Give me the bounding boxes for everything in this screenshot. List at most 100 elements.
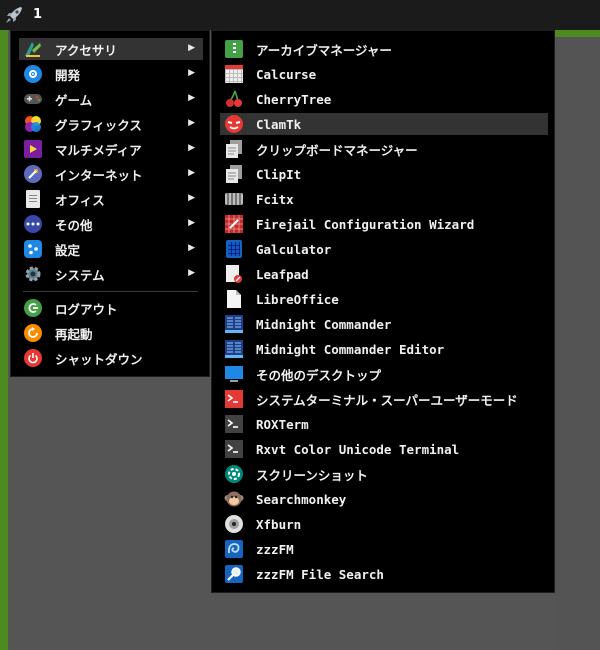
submenu-item-clipit[interactable]: ClipIt [220,163,548,185]
menu-item-settings[interactable]: 設定 ▶ [19,238,203,260]
submenu-item-libreoffice[interactable]: LibreOffice [220,288,548,310]
submenu-item-galculator[interactable]: Galculator [220,238,548,260]
multimedia-icon [23,139,43,159]
menu-item-label: システム [55,267,105,283]
submenu-item-cherrytree[interactable]: CherryTree [220,88,548,110]
shutdown-icon [23,348,43,368]
root-terminal-icon [224,389,244,409]
submenu-item-label: Leafpad [256,266,309,282]
submenu-item-xfburn[interactable]: Xfburn [220,513,548,535]
submenu-item-label: zzzFM [256,541,294,557]
submenu-item-other-desktops[interactable]: その他のデスクトップ [220,363,548,385]
restart-icon [23,323,43,343]
clipboard-icon [224,164,244,184]
submenu-item-midnight-commander[interactable]: Midnight Commander [220,313,548,335]
submenu-item-label: スクリーンショット [256,467,368,483]
file-manager-icon [224,339,244,359]
menu-item-logout[interactable]: ログアウト [19,297,203,319]
submenu-arrow-icon: ▶ [188,243,195,253]
clipboard-icon [224,139,244,159]
workspace-number[interactable]: 1 [33,7,42,22]
monkey-icon [224,489,244,509]
submenu-arrow-icon: ▶ [188,68,195,78]
submenu-arrow-icon: ▶ [188,218,195,228]
menu-item-label: グラフィックス [55,117,142,133]
submenu-item-fcitx[interactable]: Fcitx [220,188,548,210]
menu-item-office[interactable]: オフィス ▶ [19,188,203,210]
submenu-arrow-icon: ▶ [188,93,195,103]
calculator-icon [224,239,244,259]
submenu-item-zzzfm[interactable]: zzzFM [220,538,548,560]
submenu-item-root-terminal[interactable]: システムターミナル・スーパーユーザーモード [220,388,548,410]
menu-item-other[interactable]: その他 ▶ [19,213,203,235]
submenu-item-midnight-commander-editor[interactable]: Midnight Commander Editor [220,338,548,360]
desktop-area [555,37,600,650]
firejail-icon [224,214,244,234]
settings-icon [23,239,43,259]
submenu-item-label: Midnight Commander Editor [256,341,445,357]
terminal-icon [224,439,244,459]
submenu-item-archive-manager[interactable]: アーカイブマネージャー [220,38,548,60]
menu-item-label: 再起動 [55,326,93,342]
submenu-arrow-icon: ▶ [188,168,195,178]
menu-item-multimedia[interactable]: マルチメディア ▶ [19,138,203,160]
main-menu: アクセサリ ▶ 開発 ▶ ゲーム ▶ グラフィックス ▶ マルチメディア ▶ イ… [10,30,210,377]
submenu-item-label: Midnight Commander [256,316,392,332]
menu-item-graphics[interactable]: グラフィックス ▶ [19,113,203,135]
document-icon [224,289,244,309]
submenu-item-label: クリップボードマネージャー [256,142,418,158]
submenu-item-label: Xfburn [256,516,302,532]
menu-item-development[interactable]: 開発 ▶ [19,63,203,85]
submenu-item-label: アーカイブマネージャー [256,42,392,58]
logout-icon [23,298,43,318]
menu-item-shutdown[interactable]: シャットダウン [19,347,203,369]
clamtk-icon [224,114,244,134]
submenu-item-clamtk[interactable]: ClamTk [220,113,548,135]
menu-item-games[interactable]: ゲーム ▶ [19,88,203,110]
other-icon [23,214,43,234]
submenu-arrow-icon: ▶ [188,193,195,203]
menu-item-internet[interactable]: インターネット ▶ [19,163,203,185]
desktop-icon [224,364,244,384]
menu-item-label: アクセサリ [55,42,117,58]
submenu-item-calcurse[interactable]: Calcurse [220,63,548,85]
submenu-item-label: ClipIt [256,166,302,182]
camera-icon [224,464,244,484]
submenu-item-label: Galculator [256,241,332,257]
archive-icon [224,39,244,59]
submenu-item-zzzfm-file-search[interactable]: zzzFM File Search [220,563,548,585]
zzzfm-icon [224,539,244,559]
graphics-icon [23,114,43,134]
gamepad-icon [23,89,43,109]
submenu-item-roxterm[interactable]: ROXTerm [220,413,548,435]
submenu-item-searchmonkey[interactable]: Searchmonkey [220,488,548,510]
development-icon [23,64,43,84]
menu-item-label: インターネット [55,167,143,183]
menu-item-label: ゲーム [55,92,93,108]
submenu-item-screenshot[interactable]: スクリーンショット [220,463,548,485]
file-manager-icon [224,314,244,334]
menu-separator [23,291,198,292]
text-editor-icon [224,264,244,284]
submenu-arrow-icon: ▶ [188,118,195,128]
submenu-item-label: Firejail Configuration Wizard [256,216,475,232]
rocket-launcher-icon[interactable] [4,5,26,25]
submenu-item-firejail-wizard[interactable]: Firejail Configuration Wizard [220,213,548,235]
submenu-item-rxvt[interactable]: Rxvt Color Unicode Terminal [220,438,548,460]
accessories-icon [23,39,43,59]
office-icon [23,189,43,209]
disc-icon [224,514,244,534]
menu-item-label: マルチメディア [55,142,142,158]
submenu-item-label: ROXTerm [256,416,309,432]
submenu-item-clipboard-manager[interactable]: クリップボードマネージャー [220,138,548,160]
submenu-item-leafpad[interactable]: Leafpad [220,263,548,285]
menu-item-accessories[interactable]: アクセサリ ▶ [19,38,203,60]
menu-item-label: 開発 [55,67,81,83]
submenu-arrow-icon: ▶ [188,43,195,53]
menu-item-restart[interactable]: 再起動 [19,322,203,344]
menu-item-label: ログアウト [55,301,118,317]
menu-item-system[interactable]: システム ▶ [19,263,203,285]
internet-icon [23,164,43,184]
submenu-item-label: CherryTree [256,91,332,107]
desktop-background-strip [555,30,600,37]
